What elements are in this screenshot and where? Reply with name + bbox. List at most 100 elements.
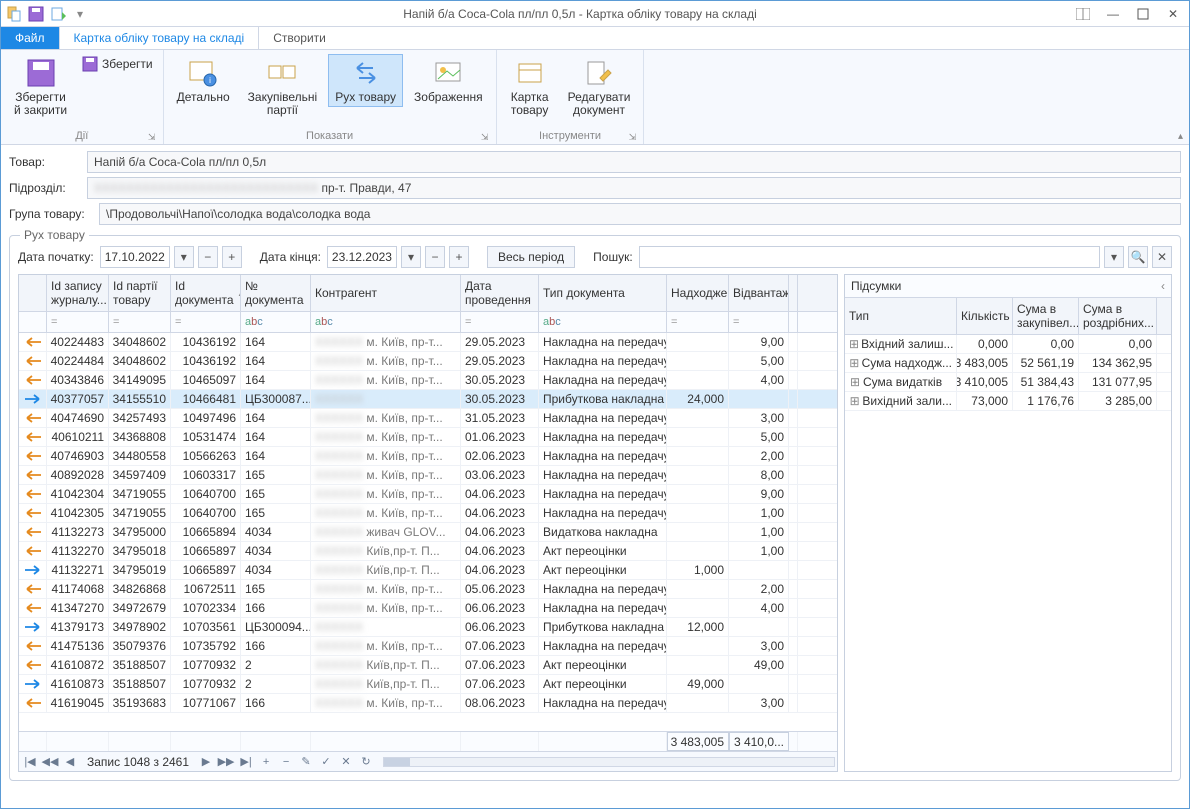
layout-toggle-icon[interactable] [1071, 5, 1095, 23]
table-row[interactable]: 404746903425749310497496164XXXXXX м. Киї… [19, 409, 837, 428]
department-field[interactable]: XXXXXXXXXXXXXXXXXXXXXXXXXXXX пр-т. Правд… [87, 177, 1181, 199]
nav-accept[interactable]: ✓ [317, 754, 335, 770]
nav-next[interactable]: ▶ [197, 754, 215, 770]
scol-type[interactable]: Тип [845, 298, 957, 334]
date-from-minus[interactable]: − [198, 246, 218, 268]
scol-qty[interactable]: Кількість [957, 298, 1013, 334]
summary-row[interactable]: ⊞Вхідний залиш...0,0000,000,00 [845, 335, 1171, 354]
col-journal-id[interactable]: Id запису журналу... [47, 275, 109, 311]
table-row[interactable]: 403770573415551010466481ЦБ300087...XXXXX… [19, 390, 837, 409]
edit-document-button[interactable]: Редагувати документ [561, 54, 638, 120]
table-row[interactable]: 410423043471905510640700165XXXXXX м. Киї… [19, 485, 837, 504]
table-row[interactable]: 402244833404860210436192164XXXXXX м. Киї… [19, 333, 837, 352]
nav-last[interactable]: ▶| [237, 754, 255, 770]
table-row[interactable]: 410423053471905510640700165XXXXXX м. Киї… [19, 504, 837, 523]
summary-row[interactable]: ⊞Вихідний зали...73,0001 176,763 285,00 [845, 392, 1171, 411]
summary-row[interactable]: ⊞Сума надходж...3 483,00552 561,19134 36… [845, 354, 1171, 373]
nav-add[interactable]: + [257, 754, 275, 770]
date-to-dropdown[interactable]: ▾ [401, 246, 421, 268]
search-clear-icon[interactable]: ✕ [1152, 246, 1172, 268]
table-row[interactable]: 4113227334795000106658944034XXXXXX живач… [19, 523, 837, 542]
grid-filter-row[interactable]: = = = abc abc = abc = = [19, 312, 837, 333]
table-row[interactable]: 416190453519368310771067166XXXXXX м. Киї… [19, 694, 837, 713]
qat-new-icon[interactable] [49, 5, 67, 23]
scol-buy[interactable]: Сума в закупівел... [1013, 298, 1079, 334]
col-doc-no[interactable]: № документа [241, 275, 311, 311]
expand-icon[interactable]: ⊞ [849, 375, 861, 389]
direction-icon [19, 694, 47, 712]
table-row[interactable]: 402244843404860210436192164XXXXXX м. Киї… [19, 352, 837, 371]
nav-remove[interactable]: − [277, 754, 295, 770]
nav-prev-page[interactable]: ◀◀ [41, 754, 59, 770]
table-row[interactable]: 4161087335188507107709322XXXXXX Київ,пр-… [19, 675, 837, 694]
table-row[interactable]: 408920283459740910603317165XXXXXX м. Киї… [19, 466, 837, 485]
qat-customize-dropdown-icon[interactable]: ▾ [71, 5, 89, 23]
table-row[interactable]: 4113227034795018106658974034XXXXXX Київ,… [19, 542, 837, 561]
col-date[interactable]: Дата проведення [461, 275, 539, 311]
purchase-lots-button[interactable]: Закупівельні партії [241, 54, 325, 120]
table-row[interactable]: 413791733497890210703561ЦБ300094...XXXXX… [19, 618, 837, 637]
col-outgoing[interactable]: Відвантаження [729, 275, 789, 311]
expand-icon[interactable]: ⊞ [849, 337, 859, 351]
date-from-input[interactable]: 17.10.2022 [100, 246, 170, 268]
image-button[interactable]: Зображення [407, 54, 490, 107]
table-row[interactable]: 411740683482686810672511165XXXXXX м. Киї… [19, 580, 837, 599]
product-group-field[interactable]: \Продовольчі\Напої\солодка вода\солодка … [99, 203, 1181, 225]
date-from-dropdown[interactable]: ▾ [174, 246, 194, 268]
save-button[interactable]: Зберегти [78, 54, 157, 74]
detail-button[interactable]: i Детально [170, 54, 237, 107]
tab-card[interactable]: Картка обліку товару на складі [59, 26, 260, 49]
movement-button[interactable]: Рух товару [328, 54, 403, 107]
expand-icon[interactable]: ⊞ [849, 356, 860, 370]
grid-body[interactable]: 402244833404860210436192164XXXXXX м. Киї… [19, 333, 837, 731]
qat-paste-icon[interactable] [5, 5, 23, 23]
col-incoming[interactable]: Надходження [667, 275, 729, 311]
date-to-plus[interactable]: + [449, 246, 469, 268]
search-go-icon[interactable]: 🔍 [1128, 246, 1148, 268]
product-field[interactable]: Напій б/а Coca-Cola пл/пл 0,5л [87, 151, 1181, 173]
table-row[interactable]: 414751363507937610735792166XXXXXX м. Киї… [19, 637, 837, 656]
save-and-close-button[interactable]: Зберегти й закрити [7, 54, 74, 120]
summary-row[interactable]: ⊞Сума видатків3 410,00551 384,43131 077,… [845, 373, 1171, 392]
nav-refresh[interactable]: ↻ [357, 754, 375, 770]
product-card-button[interactable]: Картка товару [503, 54, 557, 120]
collapse-ribbon-icon[interactable]: ▴ [1178, 131, 1183, 142]
nav-first[interactable]: |◀ [21, 754, 39, 770]
group-launcher-icon[interactable]: ⇲ [627, 132, 637, 142]
table-row[interactable]: 403438463414909510465097164XXXXXX м. Киї… [19, 371, 837, 390]
full-period-button[interactable]: Весь період [487, 246, 575, 268]
table-row[interactable]: 407469033448055810566263164XXXXXX м. Киї… [19, 447, 837, 466]
table-row[interactable]: 4161087235188507107709322XXXXXX Київ,пр-… [19, 656, 837, 675]
maximize-button[interactable] [1131, 5, 1155, 23]
close-button[interactable]: ✕ [1161, 5, 1185, 23]
qat-save-icon[interactable] [27, 5, 45, 23]
nav-prev[interactable]: ◀ [61, 754, 79, 770]
table-row[interactable]: 406102113436880810531474164XXXXXX м. Киї… [19, 428, 837, 447]
col-doc-id[interactable]: Id документа ▲ [171, 275, 241, 311]
group-launcher-icon[interactable]: ⇲ [480, 132, 490, 142]
nav-cancel[interactable]: ✕ [337, 754, 355, 770]
col-doc-type[interactable]: Тип документа [539, 275, 667, 311]
date-from-label: Дата початку: [18, 250, 94, 264]
scol-ret[interactable]: Сума в роздрібних... [1079, 298, 1157, 334]
date-to-input[interactable]: 23.12.2023 [327, 246, 397, 268]
expand-icon[interactable]: ⊞ [849, 394, 860, 408]
search-dropdown[interactable]: ▾ [1104, 246, 1124, 268]
table-row[interactable]: 413472703497267910702334166XXXXXX м. Киї… [19, 599, 837, 618]
col-lot-id[interactable]: Id партії товару [109, 275, 171, 311]
direction-icon [19, 409, 47, 427]
tab-create[interactable]: Створити [259, 27, 340, 49]
nav-next-page[interactable]: ▶▶ [217, 754, 235, 770]
nav-edit[interactable]: ✎ [297, 754, 315, 770]
minimize-button[interactable]: — [1101, 5, 1125, 23]
col-counterparty[interactable]: Контрагент [311, 275, 461, 311]
h-scrollbar[interactable] [383, 757, 835, 767]
table-row[interactable]: 4113227134795019106658974034XXXXXX Київ,… [19, 561, 837, 580]
date-from-plus[interactable]: + [222, 246, 242, 268]
date-to-minus[interactable]: − [425, 246, 445, 268]
group-launcher-icon[interactable]: ⇲ [147, 132, 157, 142]
collapse-summary-icon[interactable]: ‹ [1161, 279, 1165, 293]
tab-file[interactable]: Файл [1, 27, 59, 49]
summary-body[interactable]: ⊞Вхідний залиш...0,0000,000,00⊞Сума надх… [845, 335, 1171, 411]
search-input[interactable] [639, 246, 1100, 268]
